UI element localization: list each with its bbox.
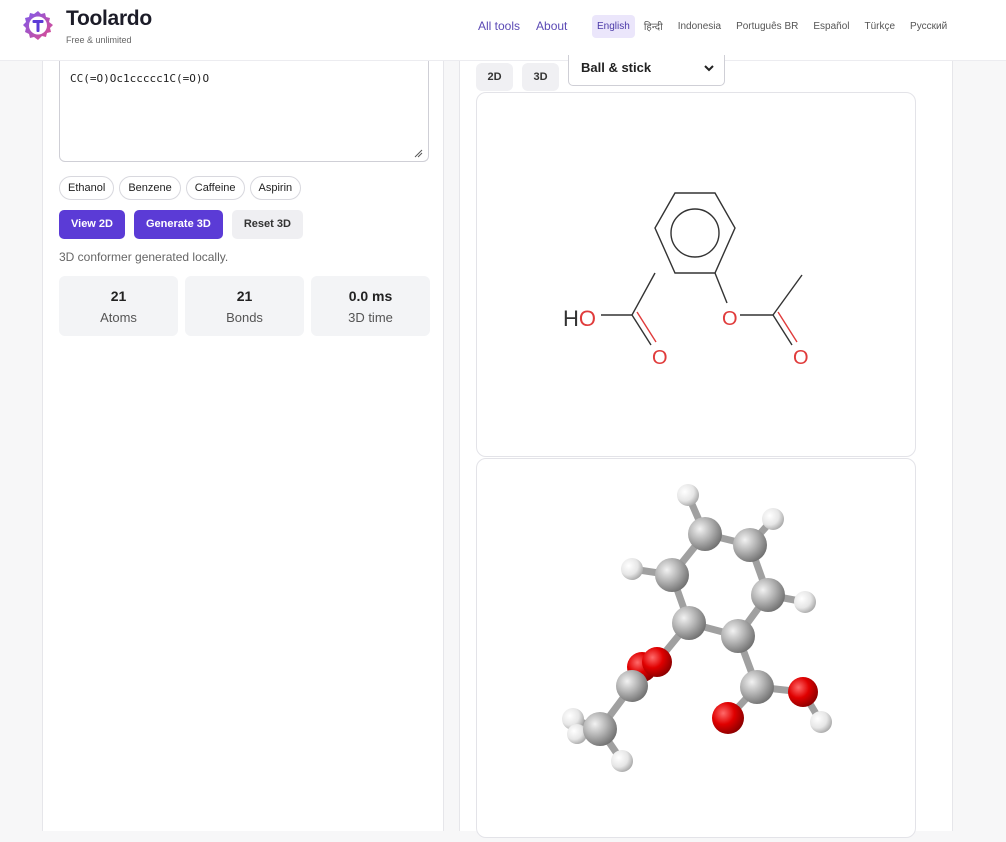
atom-o [788,677,818,707]
example-chip-aspirin[interactable]: Aspirin [249,176,302,200]
atom-c [616,670,648,702]
stat-3d-time-value: 0.0 ms [348,288,393,304]
action-buttons: View 2D Generate 3D Reset 3D [59,210,312,239]
structure-2d-panel[interactable]: HO O O O [476,92,916,457]
atom-c [751,578,785,612]
atom-h [794,591,816,613]
atom-c [655,558,689,592]
stat-atoms: 21 Atoms [59,276,178,336]
stat-3d-time: 0.0 ms 3D time [311,276,430,336]
atom-h [621,558,643,580]
atom-h [810,711,832,733]
carboxyl-oxygen-label: O [652,347,668,369]
bond-ring-carboxyl [631,272,656,316]
view-2d-button[interactable]: View 2D [59,210,125,239]
example-chip-caffeine[interactable]: Caffeine [185,176,245,200]
molecule-2d-drawing: HO O O O [563,192,809,369]
example-chip-ethanol[interactable]: Ethanol [59,176,115,200]
stat-bonds: 21 Bonds [185,276,304,336]
lang-russian[interactable]: Русский [910,21,947,32]
status-message: 3D conformer generated locally. [59,250,229,264]
lang-english[interactable]: English [592,14,635,38]
ester-oxygen-label: O [722,308,738,330]
main-nav: All tools About [478,14,583,38]
brand-name[interactable]: Toolardo [66,7,152,31]
stats-row: 21 Atoms 21 Bonds 0.0 ms 3D time [59,276,437,336]
atom-c [740,670,774,704]
ester-carbonyl-oxygen-label: O [793,347,809,369]
lang-turkce[interactable]: Türkçe [864,21,895,32]
resize-grip-icon[interactable] [413,148,423,158]
bond-methyl [772,274,803,316]
stat-atoms-label: Atoms [100,310,137,325]
smiles-input[interactable] [59,61,429,162]
atom-c [583,712,617,746]
language-switcher: English हिन्दी Indonesia Português BR Es… [592,13,962,39]
atom-h [611,750,633,772]
nav-about-link[interactable]: About [536,19,567,33]
render-style-select[interactable]: Ball & stick [568,55,725,86]
toolardo-logo-icon[interactable] [22,10,54,42]
lang-portugues-br[interactable]: Português BR [736,21,798,32]
brand-tagline: Free & unlimited [66,35,132,45]
stat-bonds-label: Bonds [226,310,263,325]
lang-indonesia[interactable]: Indonesia [678,21,721,32]
atom-c [733,528,767,562]
lang-espanol[interactable]: Español [813,21,849,32]
aromatic-circle [670,208,720,258]
atom-c [721,619,755,653]
tab-2d[interactable]: 2D [476,63,513,91]
atom-h [762,508,784,530]
bond-ring-ester-o [714,272,728,304]
chevron-down-icon [704,65,714,72]
molecule-3d-render [562,484,832,772]
hydroxyl-label: HO [563,306,596,331]
reset-3d-button[interactable]: Reset 3D [231,210,303,239]
example-chip-benzene[interactable]: Benzene [119,176,181,200]
generate-3d-button[interactable]: Generate 3D [134,210,223,239]
structure-3d-panel[interactable] [476,458,916,838]
render-style-value: Ball & stick [581,60,652,75]
benzene-ring [654,192,736,274]
stat-bonds-value: 21 [236,288,253,304]
atom-o [712,702,744,734]
atom-c [688,517,722,551]
top-navigation-bar: Toolardo Free & unlimited All tools Abou… [0,0,1006,61]
atom-o [642,647,672,677]
tab-3d[interactable]: 3D [522,63,559,91]
view-tabs: 2D 3D [476,63,568,91]
viewer-panel: 2D 3D Ball & stick HO O O O [459,55,953,838]
example-chips: Ethanol Benzene Caffeine Aspirin [59,176,306,200]
nav-all-tools-link[interactable]: All tools [478,19,520,33]
atom-h [677,484,699,506]
stat-atoms-value: 21 [110,288,127,304]
atom-c [672,606,706,640]
input-panel: Ethanol Benzene Caffeine Aspirin View 2D… [42,61,444,831]
stat-3d-time-label: 3D time [348,310,393,325]
lang-hindi[interactable]: हिन्दी [644,19,663,33]
